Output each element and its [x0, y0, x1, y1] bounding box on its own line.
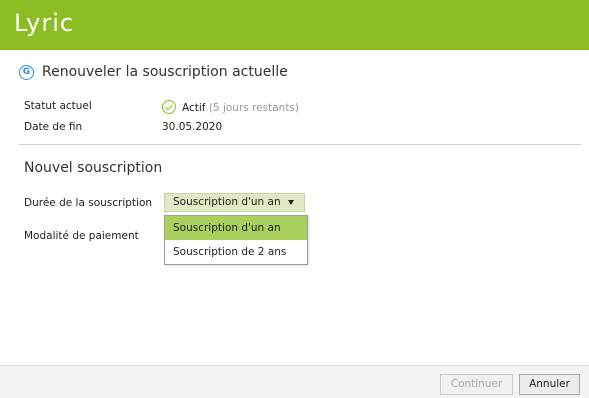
continue-button[interactable]: Continuer: [440, 374, 513, 395]
payment-row: Modalité de paiement: [24, 230, 139, 242]
section-divider: [19, 144, 581, 145]
payment-label: Modalité de paiement: [24, 230, 139, 242]
duration-selected-value: Souscription d'un an: [173, 196, 281, 208]
status-remaining: (5 jours restants): [208, 102, 300, 114]
g-circle-icon: G: [19, 64, 34, 80]
end-date-label: Date de fin: [24, 121, 83, 133]
duration-menu: Souscription d'un an Souscription de 2 a…: [164, 215, 308, 265]
chevron-down-icon: [288, 200, 294, 205]
end-date-value: 30.05.2020: [162, 121, 223, 133]
new-subscription-title: Nouvel souscription: [24, 160, 163, 176]
menu-option-two-years[interactable]: Souscription de 2 ans: [165, 240, 307, 264]
section-title-text: Renouveler la souscription actuelle: [42, 64, 288, 80]
status-label: Statut actuel: [24, 100, 92, 112]
status-value: Actif (5 jours restants): [162, 100, 299, 114]
end-date-row: Date de fin 30.05.2020: [24, 121, 222, 133]
menu-option-one-year[interactable]: Souscription d'un an: [165, 216, 307, 240]
duration-dropdown[interactable]: Souscription d'un an: [164, 193, 305, 212]
app-logo: Lyric: [14, 9, 75, 37]
status-row: Statut actuel Actif (5 jours restants): [24, 100, 299, 114]
status-text: Actif: [182, 102, 206, 114]
duration-label: Durée de la souscription: [24, 197, 153, 209]
cancel-button[interactable]: Annuler: [519, 374, 580, 395]
section-title: G Renouveler la souscription actuelle: [19, 64, 288, 80]
app-header: Lyric: [0, 0, 589, 50]
check-circle-icon: [162, 100, 176, 114]
duration-row: Durée de la souscription: [24, 197, 152, 209]
